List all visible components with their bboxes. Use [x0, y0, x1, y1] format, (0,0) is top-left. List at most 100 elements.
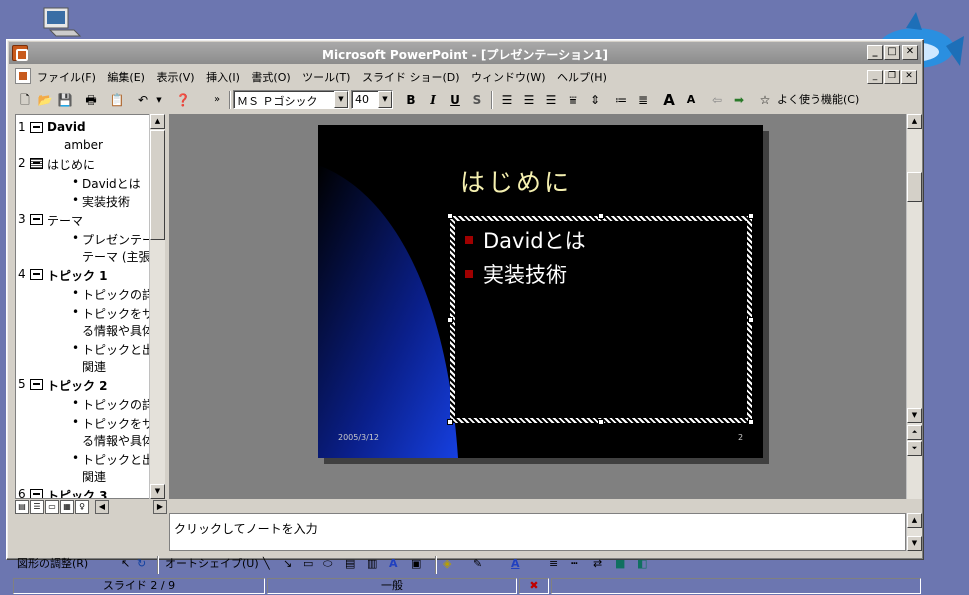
- slide-sorter-icon[interactable]: ▦: [60, 500, 74, 514]
- maximize-button[interactable]: □: [884, 45, 900, 60]
- menu-file[interactable]: ファイル(F): [37, 69, 96, 85]
- spelling-check-icon[interactable]: ✖: [519, 578, 549, 594]
- autoshapes-button[interactable]: オートシェイプ(U): [165, 554, 259, 574]
- underline-button[interactable]: U: [445, 90, 465, 110]
- favorites-star-icon[interactable]: ☆: [755, 90, 775, 110]
- help-icon[interactable]: ❓: [173, 90, 193, 110]
- scroll-down-button[interactable]: ▼: [907, 408, 922, 423]
- resize-handle[interactable]: [748, 213, 754, 219]
- resize-handle[interactable]: [447, 317, 453, 323]
- align-right-icon[interactable]: ☰: [541, 90, 561, 110]
- slide-pane[interactable]: はじめに Davidとは 実装技術 2005/3/12 2: [169, 114, 906, 499]
- clipart-icon[interactable]: ▣: [411, 554, 421, 574]
- outline-pane[interactable]: 1 David amber 2 はじめに • Davidとは • 実装技術 3 …: [15, 114, 165, 499]
- doc-minimize-button[interactable]: _: [867, 70, 883, 84]
- save-icon[interactable]: 💾: [55, 90, 75, 110]
- shadow-button[interactable]: S: [467, 90, 487, 110]
- resize-handle[interactable]: [447, 419, 453, 425]
- increase-font-icon[interactable]: A: [659, 90, 679, 110]
- draw-menu-button[interactable]: 図形の調整(R): [17, 554, 88, 574]
- line-icon[interactable]: ╲: [263, 554, 270, 574]
- doc-restore-button[interactable]: ❐: [884, 70, 900, 84]
- content-placeholder[interactable]: Davidとは 実装技術: [450, 216, 752, 423]
- undo-dropdown-icon[interactable]: ▼: [149, 90, 169, 110]
- scroll-down-button[interactable]: ▼: [150, 484, 165, 499]
- previous-slide-button[interactable]: ⏶: [907, 425, 922, 440]
- resize-handle[interactable]: [447, 213, 453, 219]
- normal-view-icon[interactable]: ▤: [15, 500, 29, 514]
- scroll-down-button[interactable]: ▼: [907, 536, 922, 551]
- minimize-button[interactable]: _: [867, 45, 883, 60]
- resize-handle[interactable]: [598, 213, 604, 219]
- scroll-thumb[interactable]: [150, 130, 165, 240]
- next-slide-button[interactable]: ⏷: [907, 441, 922, 456]
- fill-color-icon[interactable]: ◈: [443, 554, 451, 574]
- menu-window[interactable]: ウィンドウ(W): [471, 69, 545, 85]
- close-button[interactable]: ✕: [902, 45, 918, 60]
- notes-pane[interactable]: クリックしてノートを入力: [169, 513, 906, 551]
- menu-insert[interactable]: 挿入(I): [206, 69, 240, 85]
- resize-handle[interactable]: [748, 419, 754, 425]
- font-color-icon[interactable]: A: [511, 554, 520, 574]
- shadow-style-icon[interactable]: ■: [615, 554, 625, 574]
- doc-close-button[interactable]: ✕: [901, 70, 917, 84]
- decrease-font-icon[interactable]: A: [681, 90, 701, 110]
- oval-icon[interactable]: ⬭: [323, 554, 332, 574]
- font-size-select[interactable]: 40 ▼: [351, 90, 393, 109]
- vertical-textbox-icon[interactable]: ▥: [367, 554, 377, 574]
- toolbar-options-icon[interactable]: »: [207, 90, 227, 110]
- scroll-up-button[interactable]: ▲: [907, 114, 922, 129]
- notes-scrollbar[interactable]: ▲ ▼: [906, 513, 922, 551]
- bold-button[interactable]: B: [401, 90, 421, 110]
- wordart-icon[interactable]: A: [389, 554, 398, 574]
- line-color-icon[interactable]: ✎: [473, 554, 482, 574]
- bullets-icon[interactable]: ≣: [633, 90, 653, 110]
- line-style-icon[interactable]: ≡: [549, 554, 558, 574]
- font-name-select[interactable]: ＭＳ Ｐゴシック ▼: [233, 90, 349, 109]
- slideshow-icon[interactable]: ♀: [75, 500, 89, 514]
- outline-view-icon[interactable]: ☰: [30, 500, 44, 514]
- demote-icon[interactable]: ➡: [729, 90, 749, 110]
- resize-handle[interactable]: [748, 317, 754, 323]
- menu-help[interactable]: ヘルプ(H): [557, 69, 607, 85]
- computer-desktop-icon[interactable]: [40, 6, 82, 40]
- menu-format[interactable]: 書式(O): [251, 69, 290, 85]
- slide-canvas[interactable]: はじめに Davidとは 実装技術 2005/3/12 2: [318, 125, 763, 458]
- vertical-align-icon[interactable]: ⇕: [585, 90, 605, 110]
- notes-placeholder[interactable]: クリックしてノートを入力: [174, 520, 318, 537]
- menu-view[interactable]: 表示(V): [156, 69, 194, 85]
- paste-icon[interactable]: 📋: [107, 90, 127, 110]
- slide-view-icon[interactable]: ▭: [45, 500, 59, 514]
- arrow-style-icon[interactable]: ⇄: [593, 554, 602, 574]
- promote-icon[interactable]: ⇦: [707, 90, 727, 110]
- chevron-down-icon[interactable]: ▼: [378, 91, 392, 108]
- slide-title[interactable]: はじめに: [460, 163, 572, 199]
- favorites-button[interactable]: よく使う機能(C): [777, 90, 907, 110]
- outline-scrollbar[interactable]: ▲ ▼: [149, 114, 165, 499]
- dash-style-icon[interactable]: ┅: [571, 554, 578, 574]
- scroll-right-button[interactable]: ▶: [153, 500, 167, 514]
- open-icon[interactable]: 📂: [35, 90, 55, 110]
- rectangle-icon[interactable]: ▭: [303, 554, 313, 574]
- line-spacing-icon[interactable]: ⩸: [563, 90, 583, 110]
- rotate-icon[interactable]: ↻: [137, 554, 146, 574]
- 3d-style-icon[interactable]: ◧: [637, 554, 647, 574]
- print-icon[interactable]: 🖶: [81, 90, 101, 110]
- numbering-icon[interactable]: ≔: [611, 90, 631, 110]
- document-icon[interactable]: [15, 68, 31, 84]
- menu-tools[interactable]: ツール(T): [302, 69, 350, 85]
- align-center-icon[interactable]: ☰: [519, 90, 539, 110]
- arrow-icon[interactable]: ↘: [283, 554, 292, 574]
- menu-edit[interactable]: 編集(E): [107, 69, 145, 85]
- resize-handle[interactable]: [598, 419, 604, 425]
- menu-slideshow[interactable]: スライド ショー(D): [362, 69, 460, 85]
- title-bar[interactable]: Microsoft PowerPoint - [プレゼンテーション1] _ □ …: [9, 42, 921, 64]
- scroll-left-button[interactable]: ◀: [95, 500, 109, 514]
- chevron-down-icon[interactable]: ▼: [334, 91, 348, 108]
- italic-button[interactable]: I: [423, 90, 443, 110]
- align-left-icon[interactable]: ☰: [497, 90, 517, 110]
- textbox-icon[interactable]: ▤: [345, 554, 355, 574]
- new-icon[interactable]: 🗋: [15, 90, 35, 110]
- slide-scrollbar[interactable]: ▲ ▼ ⏶ ⏷: [906, 114, 922, 499]
- scroll-up-button[interactable]: ▲: [907, 513, 922, 528]
